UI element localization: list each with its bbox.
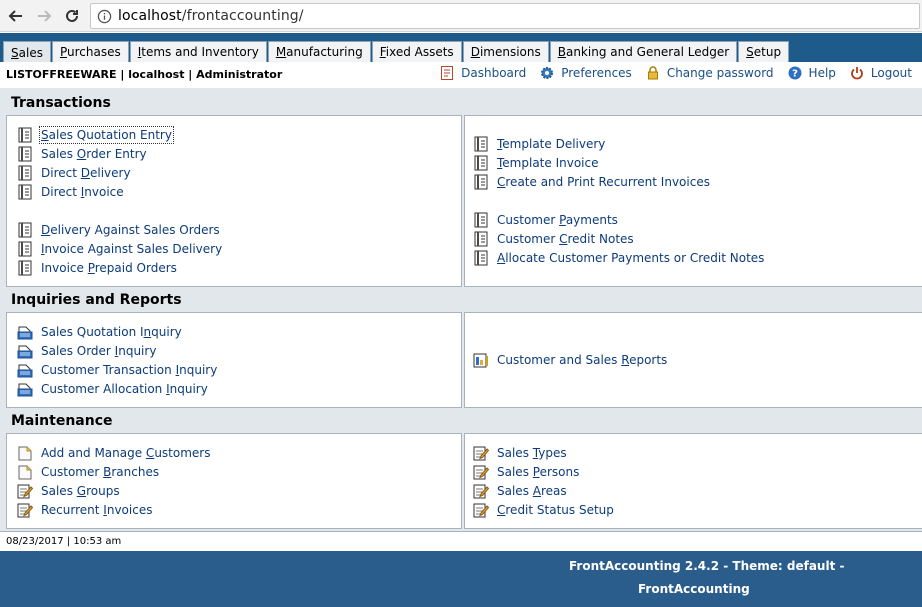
menu-link-customer-branches[interactable]: Customer Branches [17,463,159,480]
customer-icon [17,445,33,461]
menu-link-label: Allocate Customer Payments or Credit Not… [497,250,765,265]
document-icon [473,155,489,171]
inquiry-icon [17,381,33,397]
menu-link-template-invoice[interactable]: Template Invoice [473,154,598,171]
menu-link-label: Direct Delivery [41,165,131,180]
menu-link-sales-persons[interactable]: Sales Persons [473,463,579,480]
inquiry-icon [17,343,33,359]
menu-link-label: Sales Groups [41,483,120,498]
menu-link-label: Sales Types [497,445,567,460]
report-icon [473,352,489,368]
menu-link-sales-groups[interactable]: Sales Groups [17,482,120,499]
document-icon [473,136,489,152]
inquiry-icon [17,362,33,378]
edit-document-icon [17,502,33,518]
menu-link-invoice-prepaid-orders[interactable]: Invoice Prepaid Orders [17,259,177,276]
menu-link-customer-allocation-inquiry[interactable]: Customer Allocation Inquiry [17,380,208,397]
menu-link-invoice-against-sales-delivery[interactable]: Invoice Against Sales Delivery [17,240,222,257]
menu-link-label: Sales Persons [497,464,580,479]
menu-link-label: Customer Credit Notes [497,231,634,246]
menu-link-create-and-print-recurrent-invoices[interactable]: Create and Print Recurrent Invoices [473,173,710,190]
menu-link-label: Sales Areas [497,483,567,498]
menu-link-sales-types[interactable]: Sales Types [473,444,567,461]
menu-link-customer-and-sales-reports[interactable]: Customer and Sales Reports [473,351,667,368]
menu-link-label: Sales Order Entry [41,146,147,161]
edit-document-icon [473,464,489,480]
menu-link-label: Customer Transaction Inquiry [41,362,218,377]
document-icon [17,222,33,238]
menu-link-customer-payments[interactable]: Customer Payments [473,211,618,228]
menu-link-allocate-customer-payments-or-credit-notes[interactable]: Allocate Customer Payments or Credit Not… [473,249,764,266]
menu-link-label: Sales Quotation Inquiry [41,324,182,339]
menu-link-label: Credit Status Setup [497,502,614,517]
menu-link-credit-status-setup[interactable]: Credit Status Setup [473,501,614,518]
menu-link-template-delivery[interactable]: Template Delivery [473,135,605,152]
menu-link-label: Recurrent Invoices [41,502,153,517]
menu-link-label: Direct Invoice [41,184,124,199]
menu-link-label: Delivery Against Sales Orders [41,222,220,237]
menu-link-label: Add and Manage Customers [41,445,211,460]
menu-link-customer-transaction-inquiry[interactable]: Customer Transaction Inquiry [17,361,217,378]
menu-link-sales-areas[interactable]: Sales Areas [473,482,567,499]
menu-link-label: Invoice Against Sales Delivery [41,241,223,256]
edit-document-icon [17,483,33,499]
inquiry-icon [17,324,33,340]
edit-document-icon [473,445,489,461]
document-icon [17,146,33,162]
edit-document-icon [473,483,489,499]
menu-link-sales-order-inquiry[interactable]: Sales Order Inquiry [17,342,156,359]
edit-document-icon [473,502,489,518]
menu-link-customer-credit-notes[interactable]: Customer Credit Notes [473,230,634,247]
document-icon [17,241,33,257]
menu-link-label: Customer Allocation Inquiry [41,381,208,396]
document-icon [17,184,33,200]
document-icon [17,260,33,276]
menu-link-sales-quotation-entry[interactable]: Sales Quotation Entry [17,125,174,144]
menu-link-label: Sales Quotation Entry [39,125,174,144]
menu-link-label: Create and Print Recurrent Invoices [497,174,710,189]
main-content: Transactions Inquiries and Reports Maint… [0,0,922,607]
menu-link-label: Customer and Sales Reports [497,352,668,367]
document-icon [473,250,489,266]
menu-link-recurrent-invoices[interactable]: Recurrent Invoices [17,501,152,518]
menu-link-label: Customer Payments [497,212,618,227]
document-icon [17,127,33,143]
menu-link-label: Template Invoice [497,155,599,170]
document-icon [17,165,33,181]
menu-link-direct-invoice[interactable]: Direct Invoice [17,183,124,200]
menu-link-sales-order-entry[interactable]: Sales Order Entry [17,145,147,162]
menu-link-add-and-manage-customers[interactable]: Add and Manage Customers [17,444,210,461]
menu-link-direct-delivery[interactable]: Direct Delivery [17,164,131,181]
menu-link-label: Customer Branches [41,464,160,479]
menu-link-label: Template Delivery [497,136,606,151]
menu-link-label: Invoice Prepaid Orders [41,260,177,275]
menu-link-sales-quotation-inquiry[interactable]: Sales Quotation Inquiry [17,323,182,340]
menu-link-delivery-against-sales-orders[interactable]: Delivery Against Sales Orders [17,221,220,238]
document-icon [473,174,489,190]
menu-link-label: Sales Order Inquiry [41,343,157,358]
customer-icon [17,464,33,480]
document-icon [473,212,489,228]
document-icon [473,231,489,247]
